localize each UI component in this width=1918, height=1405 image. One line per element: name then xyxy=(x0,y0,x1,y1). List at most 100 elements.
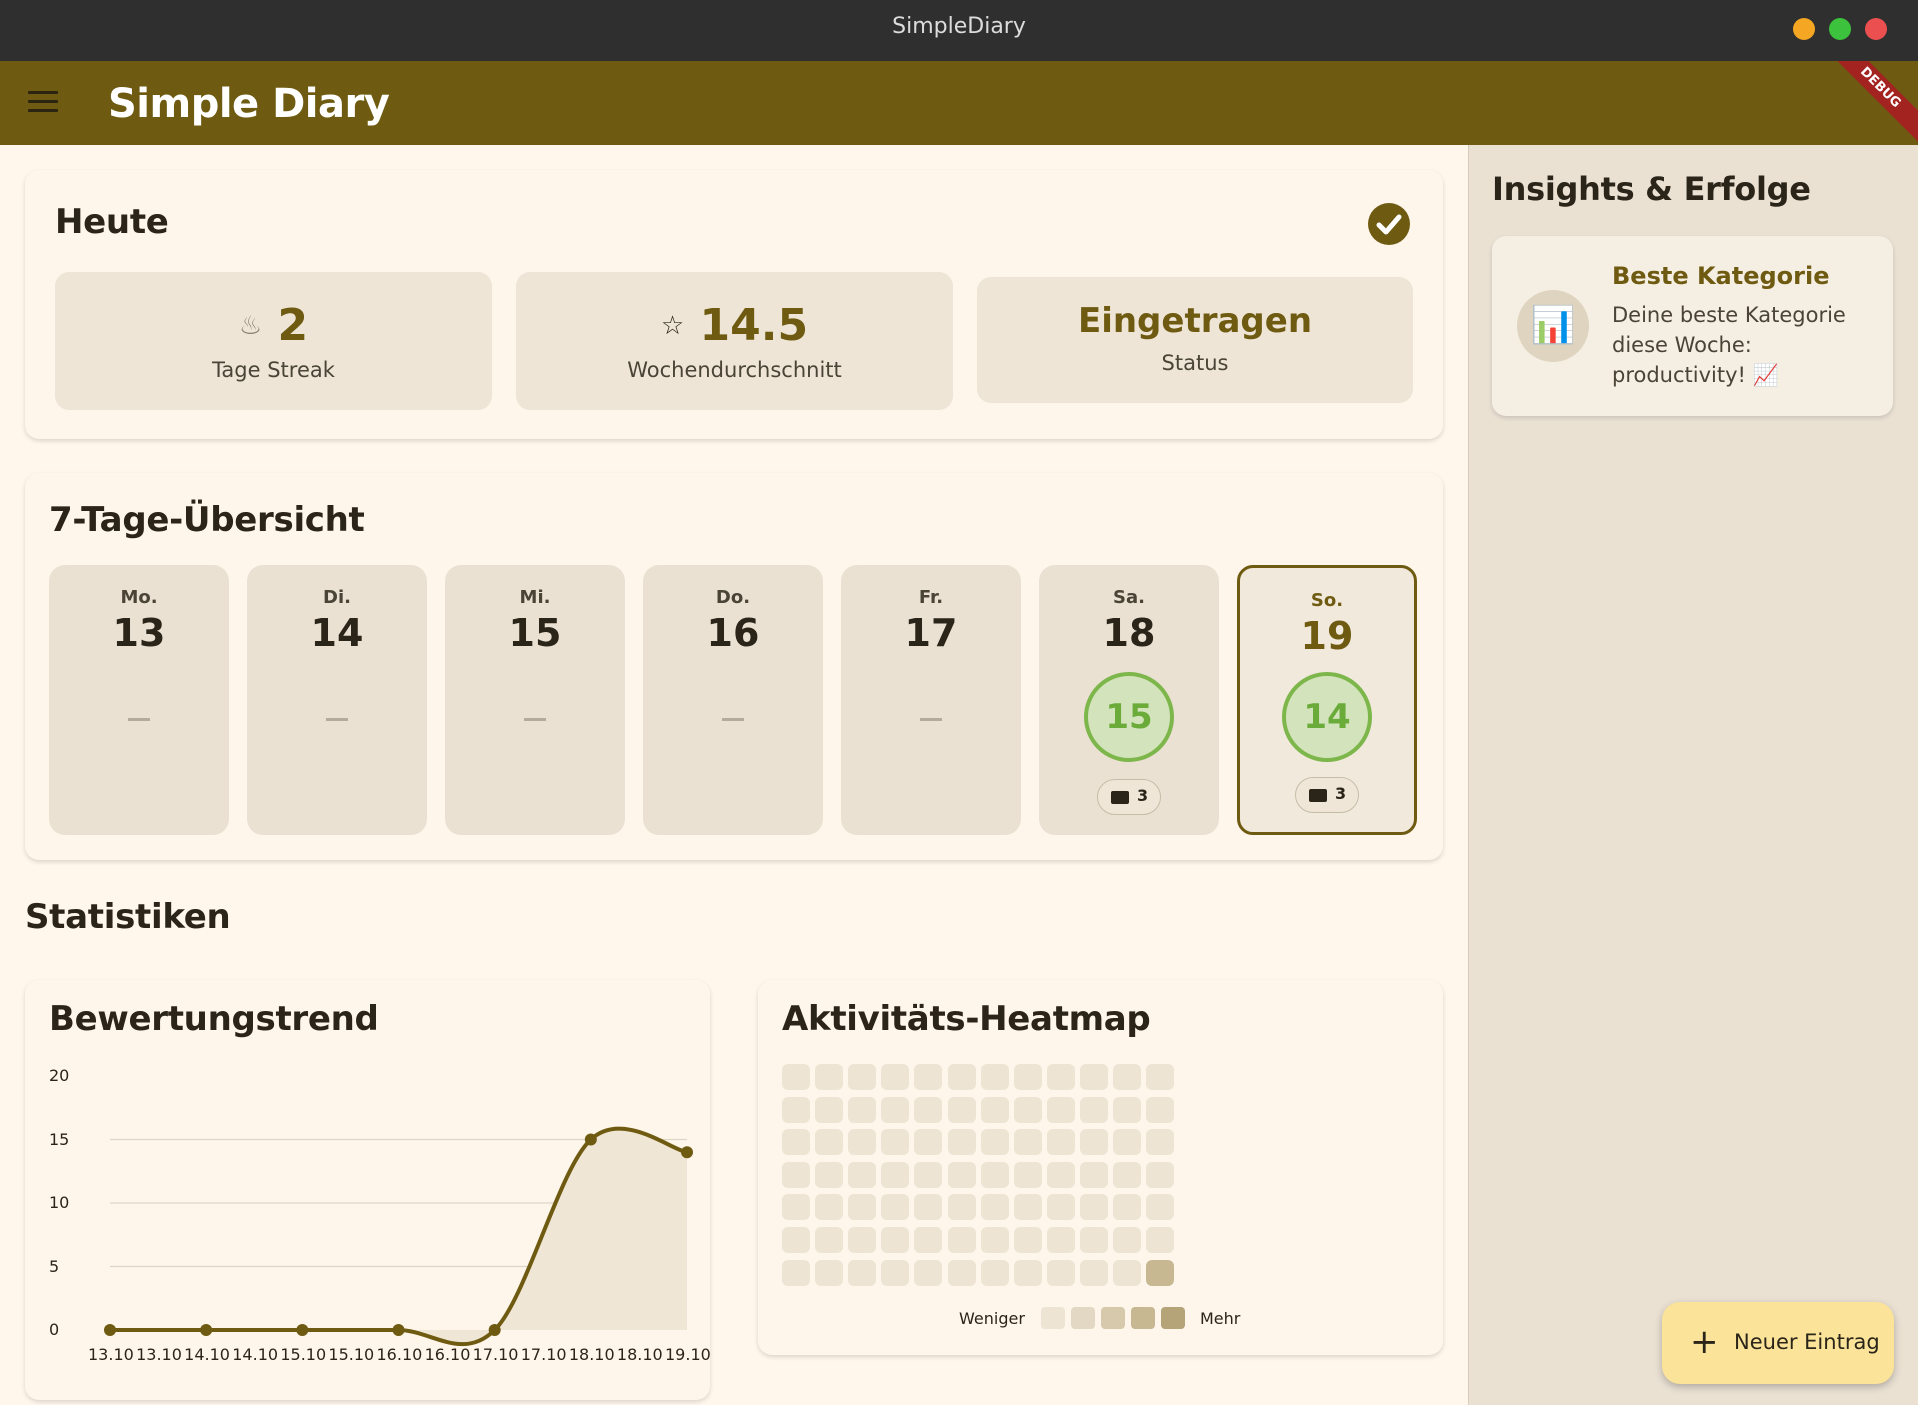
heatmap-cell xyxy=(1013,1227,1042,1253)
heatmap-cell xyxy=(1146,1194,1175,1221)
bar-chart-icon: 📊 xyxy=(1517,290,1589,362)
minimize-button[interactable] xyxy=(1793,18,1815,40)
x-tick: 17.10 xyxy=(472,1345,519,1364)
no-entry-dash xyxy=(326,718,348,721)
day-card-wed[interactable]: Mi. 15 xyxy=(445,565,625,835)
heatmap-cell xyxy=(1113,1194,1141,1221)
heatmap-cell xyxy=(782,1227,810,1253)
heatmap-cell xyxy=(815,1064,844,1090)
heatmap-cell xyxy=(1113,1096,1141,1123)
heatmap-cell xyxy=(1146,1161,1175,1188)
legend-swatch xyxy=(1131,1307,1155,1329)
heatmap-cell xyxy=(1013,1161,1042,1188)
heatmap-cell xyxy=(1113,1161,1141,1188)
legend-swatch xyxy=(1101,1307,1125,1329)
tag-count-chip: 3 xyxy=(1295,777,1359,813)
x-tick: 14.10 xyxy=(184,1345,230,1364)
no-entry-dash xyxy=(722,718,744,721)
sidebar-title: Insights & Erfolge xyxy=(1492,170,1811,208)
insight-text-line3: productivity! 📈 xyxy=(1612,363,1779,387)
heatmap-cell xyxy=(1146,1227,1175,1253)
heatmap-cell xyxy=(1146,1096,1175,1123)
today-title: Heute xyxy=(55,202,169,242)
heatmap-cell xyxy=(1146,1064,1175,1090)
heatmap-cell xyxy=(1146,1259,1175,1286)
x-tick: 15.10 xyxy=(328,1345,375,1364)
day-card-thu[interactable]: Do. 16 xyxy=(643,565,823,835)
heatmap-cell xyxy=(848,1259,877,1286)
heatmap-cell xyxy=(881,1194,910,1221)
heatmap-cell xyxy=(980,1259,1009,1286)
label-icon xyxy=(1111,791,1129,804)
y-tick: 10 xyxy=(49,1193,70,1212)
rating-trend-card xyxy=(25,980,710,1400)
app-bar: Simple Diary DEBUG xyxy=(0,61,1918,145)
heatmap-cell xyxy=(980,1096,1009,1123)
heatmap-cell xyxy=(881,1129,910,1156)
heatmap-cell xyxy=(881,1161,910,1188)
x-tick: 16.10 xyxy=(376,1345,423,1364)
heatmap-cell xyxy=(980,1129,1009,1156)
day-card-mon[interactable]: Mo. 13 xyxy=(49,565,229,835)
tag-count-chip: 3 xyxy=(1097,779,1161,815)
x-tick: 16.10 xyxy=(424,1345,471,1364)
no-entry-dash xyxy=(524,718,546,721)
x-tick: 18.10 xyxy=(616,1345,663,1364)
y-tick: 0 xyxy=(49,1320,60,1339)
status-tile: Eingetragen Status xyxy=(977,277,1413,403)
heatmap-cell xyxy=(848,1161,877,1188)
heatmap-cell xyxy=(1013,1064,1042,1090)
heatmap-cell xyxy=(848,1096,877,1123)
debug-banner: DEBUG xyxy=(1815,61,1918,145)
y-tick: 20 xyxy=(49,1066,70,1085)
heatmap-cell xyxy=(947,1064,976,1090)
close-button[interactable] xyxy=(1865,18,1887,40)
day-card-sun-today[interactable]: So. 19 14 3 xyxy=(1237,565,1417,835)
heatmap-cell xyxy=(1046,1096,1075,1123)
star-icon: ☆ xyxy=(660,311,685,341)
heatmap-title: Aktivitäts-Heatmap xyxy=(782,999,1151,1039)
legend-swatch xyxy=(1161,1307,1185,1329)
heatmap-cell xyxy=(815,1194,844,1221)
average-value: 14.5 xyxy=(699,300,809,351)
app-window: SimpleDiary Simple Diary DEBUG Heute ♨ 2… xyxy=(0,0,1918,1405)
heatmap-cell xyxy=(1079,1194,1108,1221)
heatmap-cell xyxy=(1046,1227,1075,1253)
window-titlebar: SimpleDiary xyxy=(0,0,1918,61)
heatmap-cell xyxy=(1046,1259,1075,1286)
insight-text-line2: diese Woche: xyxy=(1612,333,1752,357)
heatmap-cell xyxy=(914,1194,943,1221)
heatmap-cell xyxy=(980,1161,1009,1188)
fire-icon: ♨ xyxy=(238,311,263,341)
heatmap-cell xyxy=(947,1259,976,1286)
heatmap-cell xyxy=(914,1064,943,1090)
status-label: Status xyxy=(1161,351,1229,375)
plus-icon: + xyxy=(1690,1322,1719,1362)
legend-swatch xyxy=(1071,1307,1095,1329)
y-tick: 5 xyxy=(49,1257,60,1276)
maximize-button[interactable] xyxy=(1829,18,1851,40)
day-card-tue[interactable]: Di. 14 xyxy=(247,565,427,835)
check-circle-icon xyxy=(1368,203,1410,245)
new-entry-label: Neuer Eintrag xyxy=(1734,1330,1880,1354)
heatmap-cell xyxy=(815,1096,844,1123)
menu-icon[interactable] xyxy=(28,91,58,115)
heatmap-cell xyxy=(1079,1064,1108,1090)
heatmap-cell xyxy=(815,1161,844,1188)
streak-value: 2 xyxy=(277,300,309,351)
new-entry-button[interactable]: + Neuer Eintrag xyxy=(1662,1302,1894,1384)
heatmap-cell xyxy=(1079,1161,1108,1188)
streak-label: Tage Streak xyxy=(212,358,335,382)
day-card-fri[interactable]: Fr. 17 xyxy=(841,565,1021,835)
status-value: Eingetragen xyxy=(1077,301,1313,341)
heatmap-cell xyxy=(980,1064,1009,1090)
heatmap-cell xyxy=(782,1194,810,1221)
heatmap-cell xyxy=(815,1227,844,1253)
heatmap-cell xyxy=(881,1064,910,1090)
day-card-sat[interactable]: Sa. 18 15 3 xyxy=(1039,565,1219,835)
heatmap-cell xyxy=(848,1064,877,1090)
heatmap-cell xyxy=(881,1096,910,1123)
no-entry-dash xyxy=(920,718,942,721)
heatmap-cell xyxy=(881,1259,910,1286)
heatmap-cell xyxy=(1046,1194,1075,1221)
